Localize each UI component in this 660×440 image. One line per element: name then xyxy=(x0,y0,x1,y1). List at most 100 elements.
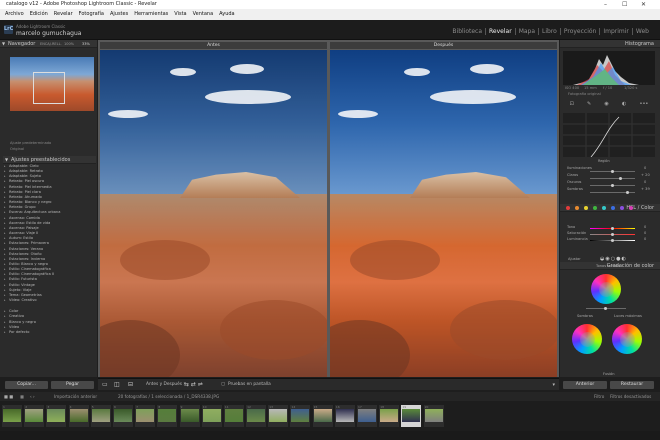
swatch-green[interactable] xyxy=(593,206,597,210)
darks-slider[interactable] xyxy=(590,184,635,187)
zoom-100[interactable]: 100% xyxy=(64,40,74,48)
filmstrip-thumbnail[interactable]: 3 xyxy=(46,405,67,427)
thumbnail-number: 12 xyxy=(247,405,251,409)
midtones-color-wheel[interactable] xyxy=(591,274,621,304)
navigator-header[interactable]: ▼ Navegador ENCAJ. RELL. 100% 33% xyxy=(0,40,97,48)
more-icon[interactable]: ••• xyxy=(640,101,649,109)
filmstrip-thumbnail[interactable]: 18 xyxy=(379,405,400,427)
minimize-button[interactable]: – xyxy=(604,0,607,9)
mask-icon[interactable]: ◐ xyxy=(622,101,626,109)
navigator-viewport-box[interactable] xyxy=(33,72,65,104)
histogram-header[interactable]: Histograma xyxy=(560,40,660,48)
filmstrip-thumbnail[interactable]: 16 xyxy=(334,405,355,427)
presets-header[interactable]: ▼ Ajustes preestablecidos xyxy=(3,156,96,164)
crop-icon[interactable]: ⊡ xyxy=(570,101,574,109)
zoom-33[interactable]: 33% xyxy=(82,40,90,48)
swatch-purple[interactable] xyxy=(620,206,624,210)
menu-herramientas[interactable]: Herramientas xyxy=(131,9,171,20)
filmstrip-thumbnail[interactable]: 5 xyxy=(90,405,111,427)
original-photo-label[interactable]: Fotografía original xyxy=(568,92,601,97)
saturation-slider[interactable] xyxy=(590,233,635,236)
compare-view-icon[interactable]: ◫ xyxy=(114,379,120,391)
module-mapa[interactable]: Mapa xyxy=(516,28,540,35)
filmstrip-thumbnail[interactable]: 20 xyxy=(423,405,444,427)
filmstrip-thumbnail[interactable]: 11 xyxy=(223,405,244,427)
filmstrip-thumbnail[interactable]: 15 xyxy=(312,405,333,427)
filmstrip-thumbnail[interactable]: 14 xyxy=(290,405,311,427)
before-after-mode[interactable]: Antes y Después : xyxy=(146,379,185,391)
menu-ajustes[interactable]: Ajustes xyxy=(107,9,131,20)
swatch-red[interactable] xyxy=(566,206,570,210)
filmstrip-thumbnail[interactable]: 2 xyxy=(24,405,45,427)
swap-icon[interactable]: ⇆ ⇄ ⇌ xyxy=(184,379,203,391)
filmstrip-thumbnail[interactable]: 8 xyxy=(157,405,178,427)
menu-vista[interactable]: Vista xyxy=(171,9,189,20)
paste-button[interactable]: Pegar xyxy=(51,381,94,389)
shadows-slider[interactable] xyxy=(590,191,635,194)
swatch-blue[interactable] xyxy=(611,206,615,210)
luminance-slider[interactable] xyxy=(590,239,635,242)
menu-ayuda[interactable]: Ayuda xyxy=(216,9,237,20)
menu-revelar[interactable]: Revelar xyxy=(51,9,76,20)
filmstrip-thumbnail[interactable]: 13 xyxy=(268,405,289,427)
thumbnail-image xyxy=(313,409,332,422)
grid-icon[interactable]: ▦ xyxy=(20,392,24,401)
filmstrip-bar: ■ ■ ▦ ‹ › Importación anterior 20 fotogr… xyxy=(0,392,660,401)
swatch-orange[interactable] xyxy=(575,206,579,210)
copy-button[interactable]: Copiar... xyxy=(5,381,48,389)
module-imprimir[interactable]: Imprimir xyxy=(600,28,633,35)
loupe-view-icon[interactable]: ▭ xyxy=(102,379,108,391)
filmstrip-thumbnail[interactable]: 10 xyxy=(201,405,222,427)
before-after-icon[interactable]: ⊟ xyxy=(128,379,133,391)
filmstrip-thumbnail[interactable]: 12 xyxy=(246,405,267,427)
before-photo[interactable] xyxy=(100,50,327,377)
hue-slider[interactable] xyxy=(590,227,635,230)
menu-fotografia[interactable]: Fotografía xyxy=(76,9,107,20)
module-libro[interactable]: Libro xyxy=(539,28,561,35)
zoom-fill[interactable]: RELL. xyxy=(52,40,62,48)
toolbar-menu-icon[interactable]: ▾ xyxy=(552,379,555,391)
tone-curve[interactable] xyxy=(563,113,655,158)
close-button[interactable]: ✕ xyxy=(641,0,646,9)
reset-button[interactable]: Restaurar xyxy=(610,381,654,389)
filmstrip-thumbnail[interactable]: 9 xyxy=(179,405,200,427)
menu-archivo[interactable]: Archivo xyxy=(2,9,27,20)
lights-slider[interactable] xyxy=(590,177,635,180)
before-label: Antes xyxy=(100,42,327,49)
swatch-magenta[interactable] xyxy=(629,206,633,210)
previous-button[interactable]: Anterior xyxy=(563,381,607,389)
filmstrip-thumbnail[interactable]: 1 xyxy=(2,405,22,427)
highlights-slider[interactable] xyxy=(590,170,635,173)
redeye-icon[interactable]: ◉ xyxy=(604,101,608,109)
back-forward-icon[interactable]: ‹ › xyxy=(30,392,35,401)
zoom-fit[interactable]: ENCAJ. xyxy=(40,40,52,48)
module-web[interactable]: Web xyxy=(633,28,652,35)
menu-edicion[interactable]: Edición xyxy=(27,9,51,20)
filmstrip-thumbnail[interactable]: 7 xyxy=(135,405,156,427)
filmstrip-thumbnail[interactable]: 4 xyxy=(68,405,89,427)
grading-mode-icons[interactable]: ◒◉○●◐ xyxy=(600,256,627,262)
second-window-icon[interactable]: ■ ■ xyxy=(4,392,13,401)
swatch-yellow[interactable] xyxy=(584,206,588,210)
after-photo[interactable] xyxy=(330,50,557,377)
module-biblioteca[interactable]: Biblioteca xyxy=(449,28,487,35)
filmstrip-thumbnail[interactable]: 6 xyxy=(112,405,133,427)
filmstrip-thumbnail[interactable]: 17 xyxy=(357,405,377,427)
maximize-button[interactable]: ☐ xyxy=(622,0,627,9)
menu-ventana[interactable]: Ventana xyxy=(190,9,217,20)
spot-removal-icon[interactable]: ✎ xyxy=(587,101,591,109)
midtones-luminance-slider[interactable] xyxy=(586,307,626,310)
hsl-color-swatches xyxy=(566,206,654,212)
soft-proof-checkbox[interactable]: ▢ xyxy=(221,379,225,391)
thumbnail-number: 10 xyxy=(202,405,207,409)
filmstrip-thumbnail[interactable]: 19 xyxy=(401,405,422,427)
swatch-aqua[interactable] xyxy=(602,206,606,210)
preset-group[interactable]: Por defecto xyxy=(3,330,96,335)
import-label[interactable]: Importación anterior xyxy=(54,392,97,401)
preset-item[interactable]: Vídeo: Creativo xyxy=(3,298,96,303)
filter-dropdown[interactable]: Filtros desactivados xyxy=(610,392,651,401)
shadows-color-wheel[interactable] xyxy=(572,324,602,354)
module-proyeccion[interactable]: Proyección xyxy=(561,28,601,35)
module-revelar[interactable]: Revelar xyxy=(486,28,516,35)
highlights-color-wheel[interactable] xyxy=(612,324,642,354)
